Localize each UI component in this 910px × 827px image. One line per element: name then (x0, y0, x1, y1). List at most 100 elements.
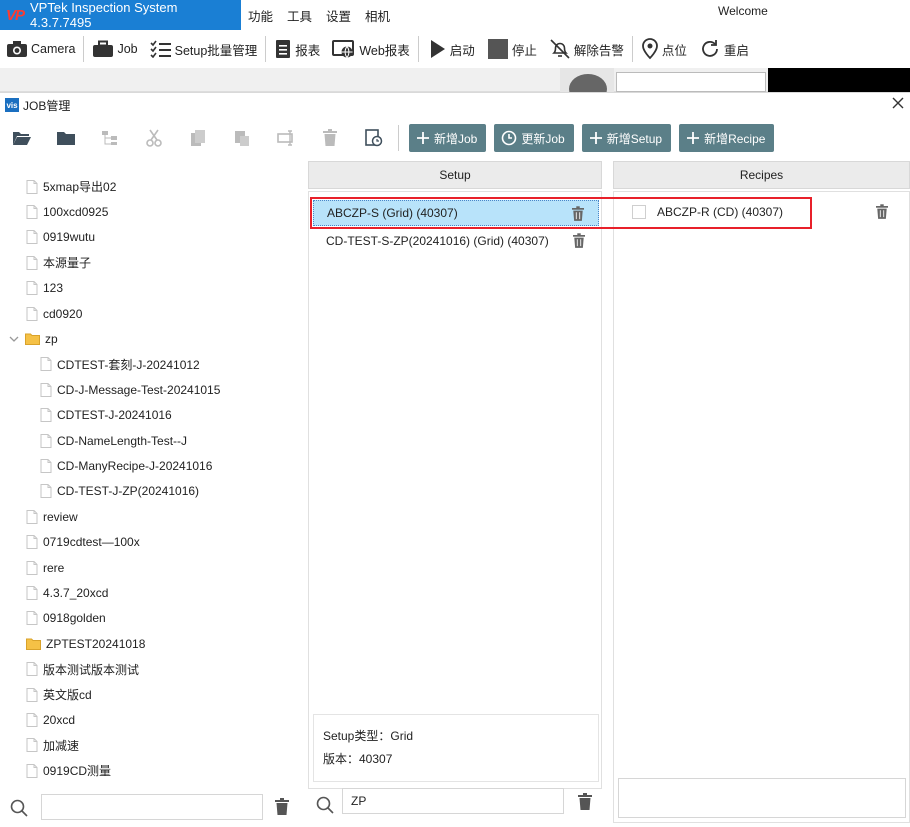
tree-item-label: CD-J-Message-Test-20241015 (57, 382, 221, 397)
app-icon: vis (5, 98, 19, 112)
clock-icon (502, 130, 517, 146)
file-icon (26, 585, 38, 600)
tree-item[interactable]: 123 (26, 276, 63, 301)
cut-button[interactable] (132, 123, 176, 153)
tree-item[interactable]: CD-TEST-J-ZP(20241016) (40, 479, 199, 504)
dialog-title: JOB管理 (23, 98, 71, 113)
tree-item-label: CDTEST-J-20241016 (57, 408, 172, 423)
trash-icon[interactable] (572, 206, 584, 222)
setup-list: ABCZP-S (Grid) (40307) CD-TEST-S-ZP(2024… (308, 191, 602, 789)
job-button[interactable]: Job (86, 34, 143, 64)
app-title: VPTek Inspection System 4.3.7.7495 (30, 0, 178, 30)
history-button[interactable] (352, 123, 396, 153)
tree-item-label: 0919CD测量 (43, 764, 112, 778)
recipe-item-label[interactable]: ABCZP-R (CD) (40307) (657, 205, 783, 219)
stop-button[interactable]: 停止 (481, 34, 543, 64)
file-icon (26, 230, 38, 245)
setup-search-input[interactable]: ZP (342, 788, 564, 814)
update-job-button[interactable]: 更新Job (494, 124, 574, 152)
recipe-search-input[interactable] (618, 778, 906, 818)
title-bar: VP VPTek Inspection System 4.3.7.7495 功能… (0, 0, 910, 30)
tree-item[interactable]: cd0920 (26, 301, 82, 326)
job-label: Job (117, 42, 138, 56)
camera-preview-thumb (560, 68, 614, 104)
rename-button[interactable] (264, 123, 308, 153)
close-button[interactable] (891, 96, 905, 110)
tree-item[interactable]: 本源量子 (26, 250, 91, 275)
new-job-button[interactable]: 新增Job (409, 124, 487, 152)
tree-item[interactable]: CD-NameLength-Test--J (40, 428, 187, 453)
checklist-icon (150, 40, 171, 58)
tree-item[interactable]: CDTEST-J-20241016 (40, 403, 172, 428)
open-folder-button[interactable] (0, 123, 44, 153)
tree-item[interactable]: CD-ManyRecipe-J-20241016 (40, 453, 212, 478)
folder-button[interactable] (44, 123, 88, 153)
tree-item[interactable]: 0919CD测量 (26, 758, 111, 778)
setup-batch-button[interactable]: Setup批量管理 (144, 34, 264, 64)
trash-icon[interactable] (573, 233, 585, 249)
camera-button[interactable]: Camera (0, 34, 81, 64)
tree-item[interactable]: review (26, 504, 78, 529)
trash-icon[interactable] (275, 798, 289, 816)
play-icon (430, 40, 445, 58)
tree-item[interactable]: rere (26, 555, 64, 580)
job-search-input[interactable] (41, 794, 263, 820)
tree-item[interactable]: 版本测试版本测试 (26, 657, 139, 682)
start-button[interactable]: 启动 (421, 34, 481, 64)
tree-item[interactable]: 20xcd (26, 707, 75, 732)
camera-icon (7, 41, 27, 57)
tree-item[interactable]: 0918golden (26, 606, 106, 631)
tree-item-label: 20xcd (43, 712, 76, 727)
recipe-checkbox[interactable] (632, 205, 646, 219)
job-tree: 5xmap导出02 100xcd0925 0919wutu 本源量子 123 cd0920… (0, 173, 306, 778)
trash-icon[interactable] (876, 204, 888, 220)
copy-button[interactable] (176, 123, 220, 153)
setup-item[interactable]: ABCZP-S (Grid) (40307) (313, 200, 599, 226)
setup-batch-label: Setup批量管理 (174, 43, 258, 58)
menu-function[interactable]: 功能 (248, 6, 273, 25)
tree-item[interactable]: 0719cdtest—100x (26, 530, 140, 555)
menu-settings[interactable]: 设置 (326, 6, 351, 25)
tree-item[interactable]: CDTEST-套刻-J-20241012 (40, 352, 200, 377)
trash-icon[interactable] (578, 793, 592, 811)
tree-item-label: 版本测试版本测试 (43, 662, 140, 677)
tree-structure-button[interactable] (88, 123, 132, 153)
new-recipe-button[interactable]: 新增Recipe (679, 124, 775, 152)
tree-item[interactable]: CD-J-Message-Test-20241015 (40, 377, 220, 402)
new-setup-button[interactable]: 新增Setup (581, 124, 672, 152)
restart-label: 重启 (723, 43, 749, 58)
search-icon[interactable] (10, 799, 28, 817)
refresh-icon (701, 40, 718, 57)
start-label: 启动 (449, 43, 475, 58)
tree-item-label: 0918golden (43, 611, 106, 626)
web-report-button[interactable]: Web报表 (326, 34, 415, 64)
paste-button[interactable] (220, 123, 264, 153)
search-icon[interactable] (316, 796, 334, 814)
stop-icon (487, 39, 508, 59)
tree-item[interactable]: zp (9, 326, 58, 351)
clear-alarm-button[interactable]: 解除告警 (543, 34, 630, 64)
briefcase-icon (93, 40, 114, 57)
file-icon (26, 509, 38, 524)
report-button[interactable]: 报表 (268, 34, 326, 64)
welcome-text: Welcome (718, 4, 768, 18)
setup-item[interactable]: CD-TEST-S-ZP(20241016) (Grid) (40307) (313, 228, 599, 254)
chevron-down-icon[interactable] (9, 335, 19, 343)
tree-item[interactable]: 100xcd0925 (26, 199, 108, 224)
tree-item[interactable]: 英文版cd (26, 682, 92, 707)
delete-button[interactable] (308, 123, 352, 153)
tree-item-label: CD-TEST-J-ZP(20241016) (57, 484, 200, 499)
point-button[interactable]: 点位 (635, 34, 693, 64)
tree-item[interactable]: 0919wutu (26, 225, 95, 250)
tree-item[interactable]: 5xmap导出02 (26, 174, 116, 199)
recipe-list: ABCZP-R (CD) (40307) (613, 191, 910, 823)
recipes-column-header: Recipes (613, 161, 910, 189)
menu-camera[interactable]: 相机 (365, 6, 390, 25)
restart-button[interactable]: 重启 (693, 34, 755, 64)
close-icon (892, 97, 904, 109)
menu-tools[interactable]: 工具 (287, 6, 312, 25)
tree-item[interactable]: ZPTEST20241018 (26, 631, 145, 656)
tree-item[interactable]: 加减速 (26, 733, 79, 758)
tree-item[interactable]: 4.3.7_20xcd (26, 580, 108, 605)
tree-item-label: rere (43, 560, 65, 575)
